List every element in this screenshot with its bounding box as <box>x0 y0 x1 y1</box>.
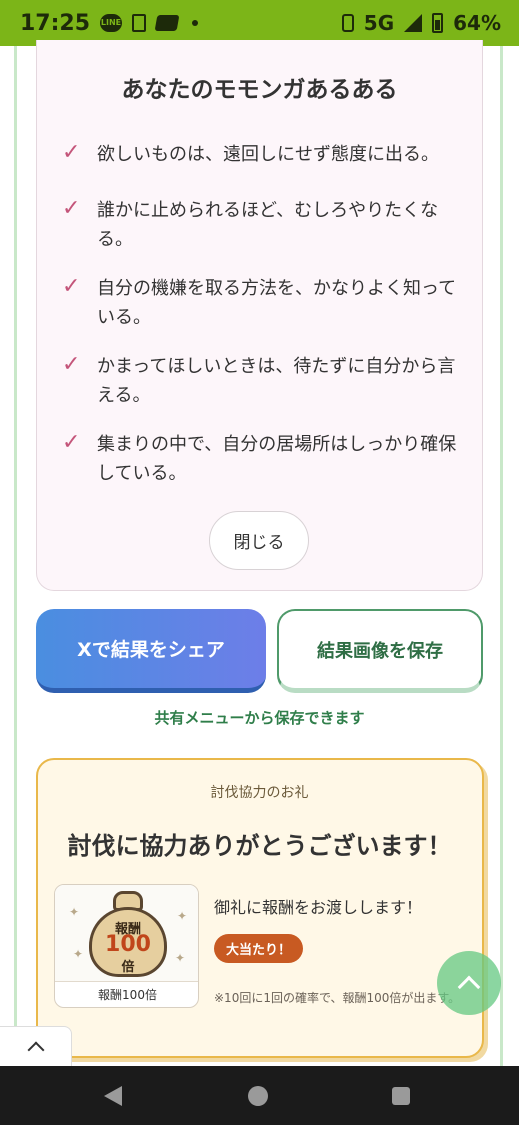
bag-label-number: 100 <box>105 932 151 957</box>
aruaru-item-text: かまってほしいときは、待たずに自分から言える。 <box>97 356 456 406</box>
app-notification-icon <box>154 15 180 31</box>
more-notifications-dot-icon <box>192 20 199 26</box>
document-icon <box>132 14 147 32</box>
line-app-icon: LINE <box>100 14 123 32</box>
reward-note: ※10回に1回の確率で、報酬100倍が出ます。 <box>214 991 461 1005</box>
network-type: 5G <box>363 11 395 35</box>
aruaru-item-text: 集まりの中で、自分の居場所はしっかり確保している。 <box>97 434 457 484</box>
check-icon: ✓ <box>62 352 81 377</box>
sparkle-icon: ✦ <box>177 909 188 923</box>
close-button[interactable]: 閉じる <box>209 511 309 570</box>
sparkle-icon: ✦ <box>69 905 80 919</box>
status-time: 17:25 <box>20 10 91 36</box>
share-on-x-button[interactable]: Xで結果をシェア <box>36 609 266 693</box>
sparkle-icon: ✦ <box>73 947 84 961</box>
money-bag-illustration: ✦ ✦ ✦ ✦ 報酬 100 倍 <box>55 885 198 981</box>
chevron-up-icon <box>27 1041 44 1058</box>
signal-icon <box>404 14 423 32</box>
bag-label-bottom: 倍 <box>121 960 135 975</box>
battery-icon <box>432 13 444 33</box>
money-bag-icon: 報酬 100 倍 <box>89 907 167 977</box>
reward-message: 御礼に報酬をお渡しします！ <box>214 898 423 917</box>
back-icon[interactable] <box>104 1086 122 1106</box>
battery-level: 64% <box>453 11 501 35</box>
aruaru-item-text: 誰かに止められるほど、むしろやりたくなる。 <box>97 200 439 250</box>
share-note: 共有メニューから保存できます <box>154 709 365 727</box>
aruaru-item-text: 欲しいものは、遠回しにせず態度に出る。 <box>97 144 439 165</box>
system-nav-bar <box>0 1066 519 1125</box>
jackpot-badge: 大当たり！ <box>214 934 303 963</box>
home-icon[interactable] <box>248 1086 268 1106</box>
check-icon: ✓ <box>62 430 81 455</box>
system-status: 5G 64% <box>341 11 501 35</box>
chevron-up-icon <box>457 975 481 999</box>
aruaru-item-text: 自分の機嫌を取る方法を、かなりよく知っている。 <box>97 278 457 328</box>
reward-title: 討伐に協力ありがとうございます！ <box>67 832 452 860</box>
check-icon: ✓ <box>62 140 81 165</box>
scroll-to-top-button[interactable] <box>437 951 501 1015</box>
notification-icons: LINE <box>100 14 199 32</box>
check-icon: ✓ <box>62 274 81 299</box>
save-result-image-button[interactable]: 結果画像を保存 <box>277 609 483 693</box>
reward-image: ✦ ✦ ✦ ✦ 報酬 100 倍 報酬100倍 <box>54 884 199 1008</box>
reward-image-caption: 報酬100倍 <box>55 981 198 1007</box>
check-icon: ✓ <box>62 196 81 221</box>
recent-apps-icon[interactable] <box>392 1087 410 1105</box>
sparkle-icon: ✦ <box>175 951 186 965</box>
expand-panel-tab[interactable] <box>0 1026 72 1066</box>
aruaru-title: あなたのモモンガあるある <box>121 77 398 103</box>
vibrate-icon <box>341 14 354 32</box>
reward-small-heading: 討伐協力のお礼 <box>210 785 309 801</box>
